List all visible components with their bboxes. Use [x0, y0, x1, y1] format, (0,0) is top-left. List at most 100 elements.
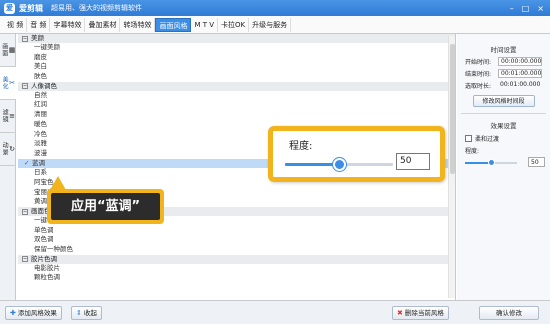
delete-style-button[interactable]: ✖ 删除当前风格 [392, 306, 449, 320]
menu-item[interactable]: M T V [191, 17, 219, 32]
list-item[interactable]: 磨皮 [18, 53, 455, 63]
list-scrollbar[interactable] [448, 36, 455, 298]
time-settings-title: 时间设置 [490, 46, 517, 54]
list-item-label: 暖色 [34, 119, 47, 128]
soft-transition-checkbox[interactable] [465, 135, 472, 142]
modify-time-button[interactable]: 修改风格时间段 [472, 95, 535, 107]
settings-panel: 时间设置 开始时间: 00:00:00.000 结束时间: 00:01:00.0… [457, 34, 550, 300]
list-item-label: 保留一种颜色 [34, 245, 73, 254]
scrollbar-thumb[interactable] [450, 44, 455, 174]
app-logo-icon: 爱 [4, 2, 15, 14]
menu-item[interactable]: 画面风格 [155, 17, 192, 32]
title-bar: 爱 爱剪辑 超易用、强大的视频剪辑软件 – □ × [0, 0, 550, 16]
side-tab-label: 动景 [1, 142, 9, 156]
list-item-label: 淡雅 [34, 139, 47, 148]
list-item-label: 肤色 [34, 72, 47, 81]
list-item-label: 自然 [34, 90, 47, 99]
soft-transition-row: 柔和过渡 [465, 134, 550, 143]
side-tab[interactable]: ▦ 画面 [0, 34, 16, 67]
side-tab[interactable]: ↻ 动景 [0, 133, 16, 166]
end-time-input[interactable]: 00:01:00.000 [498, 69, 542, 78]
side-tab[interactable]: ≡ 滤镜 [0, 100, 16, 133]
side-tab-icon: ▦ [8, 45, 17, 54]
list-item[interactable]: 肤色 [18, 72, 455, 82]
list-category[interactable]: − 胶片色调 [18, 254, 455, 264]
window-controls: – □ × [510, 4, 544, 13]
list-item[interactable]: 一键美颜 [18, 43, 455, 53]
list-item[interactable]: 清丽 [18, 110, 455, 120]
confirm-modify-button[interactable]: 确认修改 [479, 306, 539, 320]
collapse-icon: ⇕ [76, 309, 82, 317]
callout-slider-knob [332, 158, 346, 171]
duration-row: 选取时长: 00:01:00.000 [465, 81, 550, 90]
callout-degree-slider [285, 157, 393, 171]
collapse-icon[interactable]: − [22, 256, 28, 263]
callout-pointer [50, 176, 66, 190]
list-item[interactable]: 自然 [18, 91, 455, 101]
list-item-label: 颗粒色调 [34, 273, 60, 282]
category-label: 美颜 [31, 34, 44, 42]
category-label: 胶片色调 [31, 254, 57, 263]
apply-tone-callout: 应用“蓝调” [47, 189, 164, 224]
end-time-label: 结束时间: [465, 71, 492, 78]
app-slogan: 超易用、强大的视频剪辑软件 [51, 4, 142, 12]
list-item-label: 电影胶片 [34, 263, 60, 272]
list-category[interactable]: − 人像调色 [18, 81, 455, 91]
collapse-label: 收起 [83, 309, 97, 317]
list-category[interactable]: − 美颜 [18, 34, 455, 43]
menu-item[interactable]: 转场特效 [120, 17, 156, 32]
list-item-label: 单色调 [34, 225, 54, 234]
side-tab-label: 美化 [1, 76, 9, 90]
menu-item[interactable]: 音 频 [27, 17, 51, 32]
apply-tone-text: 应用“蓝调” [51, 193, 160, 220]
add-style-button[interactable]: ✚ 添加风格效果 [5, 306, 62, 320]
side-tab-icon: ↻ [9, 144, 16, 153]
degree-row: 程度: [465, 146, 550, 155]
collapse-icon[interactable]: − [22, 83, 28, 90]
divider [461, 113, 546, 114]
start-time-input[interactable]: 00:00:00.000 [498, 57, 542, 66]
degree-value-input[interactable]: 50 [528, 157, 545, 167]
side-tab[interactable]: ✂ 美化 [0, 67, 16, 100]
list-item[interactable]: 电影胶片 [18, 264, 455, 274]
degree-slider[interactable]: 50 [465, 157, 545, 167]
list-item-label: 蓝调 [32, 158, 45, 167]
side-tab-label: 滤镜 [1, 109, 9, 123]
collapse-icon[interactable]: − [22, 208, 28, 215]
menu-item[interactable]: 字幕特效 [50, 17, 86, 32]
list-item-label: 美白 [34, 62, 47, 71]
start-time-label: 开始时间: [465, 59, 492, 66]
list-item-label: 清丽 [34, 110, 47, 119]
menu-item[interactable]: 升级与服务 [249, 17, 292, 32]
list-item[interactable]: 保留一种颜色 [18, 245, 455, 255]
list-item-label: 红润 [34, 100, 47, 109]
menu-item[interactable]: 叠加素材 [85, 17, 121, 32]
list-item[interactable]: 颗粒色调 [18, 273, 455, 283]
callout-degree-label: 程度: [289, 141, 313, 152]
list-item[interactable]: 美白 [18, 62, 455, 72]
list-item-label: 波漫 [34, 148, 47, 157]
degree-zoom-callout: 程度: 50 [268, 126, 445, 182]
callout-degree-value: 50 [396, 153, 430, 170]
add-style-label: 添加风格效果 [17, 309, 57, 317]
menu-item[interactable]: 视 频 [4, 17, 28, 32]
soft-transition-label: 柔和过渡 [475, 136, 500, 143]
app-name: 爱剪辑 [19, 3, 43, 13]
slider-knob[interactable] [487, 159, 495, 166]
callout-slider-fill [285, 163, 339, 166]
minimize-icon[interactable]: – [510, 4, 514, 13]
list-item-label: 一键美颜 [34, 43, 60, 51]
close-icon[interactable]: × [537, 4, 544, 13]
collapse-icon[interactable]: − [22, 35, 28, 42]
maximize-icon[interactable]: □ [522, 4, 530, 13]
list-item-label: 磨皮 [34, 52, 47, 61]
list-item[interactable]: 双色调 [18, 235, 455, 245]
menu-item[interactable]: 卡拉OK [218, 17, 250, 32]
collapse-button[interactable]: ⇕ 收起 [71, 306, 102, 320]
list-item[interactable]: 单色调 [18, 226, 455, 236]
add-icon: ✚ [10, 309, 16, 317]
list-item[interactable]: 红润 [18, 100, 455, 110]
end-time-row: 结束时间: 00:01:00.000 [465, 69, 550, 78]
list-item-label: 双色调 [34, 235, 54, 244]
side-tab-icon: ✂ [9, 78, 16, 87]
